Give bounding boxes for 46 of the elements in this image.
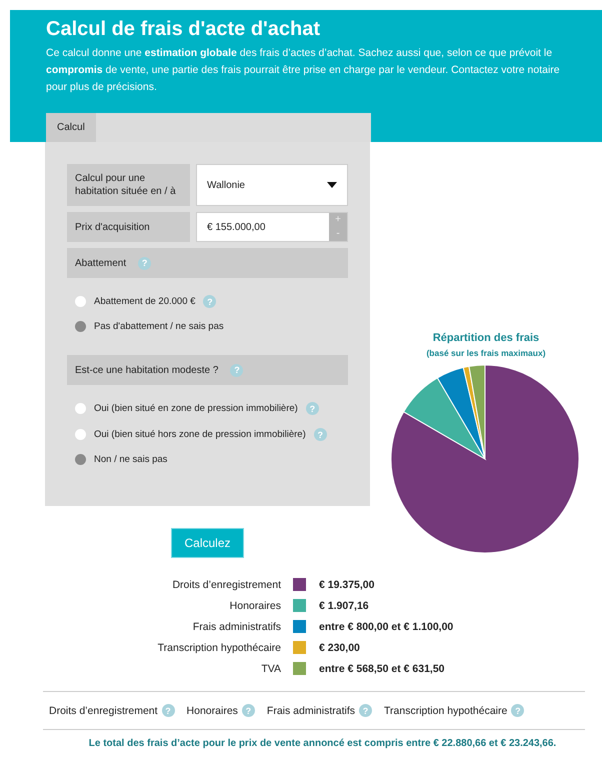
help-icon[interactable]: ? (306, 402, 319, 416)
info-link[interactable]: Frais administratifs (266, 704, 356, 717)
section-title: Est-ce une habitation modeste ? (75, 364, 218, 376)
fee-amount: € 1.907,16 (319, 600, 370, 612)
fee-amount: entre € 800,00 et € 1.100,00 (319, 620, 454, 633)
help-icon[interactable]: ? (138, 256, 152, 270)
fee-amount: € 19.375,00 (319, 578, 376, 591)
chart-subtitle: (basé sur les frais maximaux) (426, 348, 546, 358)
info-link[interactable]: Honoraires (186, 704, 238, 717)
help-icon[interactable]: ? (162, 704, 175, 718)
option-label: Oui (bien situé en zone de pression immobilière) (94, 403, 298, 414)
legend-label: TVA (260, 662, 281, 675)
fee-amount: entre € 568,50 et € 631,50 (319, 662, 446, 675)
help-icon[interactable]: ? (511, 704, 524, 718)
legend-label: Honoraires (228, 600, 281, 612)
help-icon[interactable]: ? (314, 428, 327, 442)
help-icon[interactable]: ? (230, 364, 244, 377)
tab[interactable]: Calcul (46, 113, 96, 142)
radio-button[interactable] (75, 403, 86, 414)
fee-amount: € 230,00 (319, 642, 361, 654)
radio-button[interactable] (75, 429, 86, 440)
option-label: Abattement de 20.000 € (94, 296, 196, 308)
section-title: Abattement (75, 258, 126, 269)
radio-button[interactable] (75, 321, 86, 332)
location-select[interactable]: Wallonie (196, 164, 348, 206)
page-title: Calcul de frais d'acte d'achat (46, 18, 322, 41)
help-icon[interactable]: ? (242, 704, 255, 718)
radio-button[interactable] (75, 296, 86, 308)
calculate-button[interactable]: Calculez (171, 528, 244, 558)
info-link[interactable]: Droits d’enregistrement (49, 704, 158, 717)
option-label: Pas d'abattement / ne sais pas (94, 321, 224, 332)
intro-text: Ce calcul donne une estimation globale des frais d’actes d’achat. Sachez aussi que, selon ce que prévoit le compromis de vente, une partie des frais pourrait être prise en charge par le vendeur. Contactez votre notaire pour plus de précisions. (46, 46, 561, 95)
chart-title: Répartition des frais (432, 332, 540, 344)
legend-label: Transcription hypothécaire (156, 642, 281, 654)
option-label: Oui (bien situé hors zone de pression immobilière) (94, 429, 306, 440)
field-label: Calcul pour une habitation située en / à (67, 164, 190, 206)
help-icon[interactable]: ? (359, 704, 372, 718)
legend-label: Frais administratifs (192, 620, 281, 633)
option-label: Non / ne sais pas (94, 454, 168, 466)
legend-label: Droits d’enregistrement (171, 578, 281, 591)
help-icon[interactable]: ? (203, 295, 216, 308)
caret-icon (327, 182, 337, 188)
field-label: Prix d'acquisition (67, 212, 190, 242)
info-link[interactable]: Transcription hypothécaire (384, 704, 508, 717)
radio-button[interactable] (75, 454, 86, 466)
total-text: Le total des frais d’acte pour le prix de vente annoncé est compris entre € 22.880,66 et € 23.243,66. (88, 737, 558, 750)
